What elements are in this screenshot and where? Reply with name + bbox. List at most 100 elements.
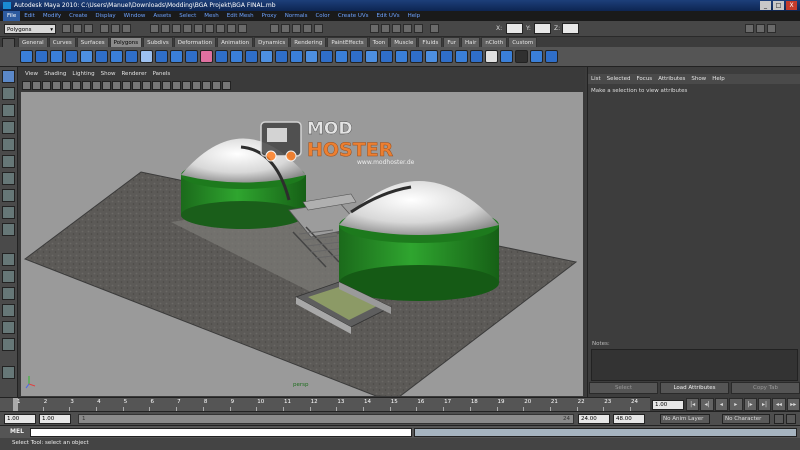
shelf-tool-icon[interactable]	[50, 50, 63, 63]
image-plane-icon[interactable]	[52, 80, 61, 90]
menu-normals[interactable]: Normals	[281, 11, 312, 21]
tab-painteffects[interactable]: PaintEffects	[327, 37, 368, 47]
shelf-tool-icon[interactable]	[185, 50, 198, 63]
key-icon[interactable]	[774, 414, 784, 424]
y-coordinate-field[interactable]	[534, 23, 551, 34]
notes-field[interactable]	[591, 349, 798, 381]
outliner-icon[interactable]	[2, 366, 15, 379]
channel-box-toggle-icon[interactable]	[767, 24, 776, 33]
select-tool-icon[interactable]	[2, 70, 15, 83]
menu-help[interactable]: Help	[404, 11, 425, 21]
tab-animation[interactable]: Animation	[217, 37, 254, 47]
open-scene-icon[interactable]	[73, 24, 82, 33]
shelf-tool-icon[interactable]	[485, 50, 498, 63]
tab-dynamics[interactable]: Dynamics	[254, 37, 290, 47]
shelf-tool-icon[interactable]	[245, 50, 258, 63]
snap-grid-icon[interactable]	[270, 24, 279, 33]
tab-rendering[interactable]: Rendering	[290, 37, 327, 47]
shelf-tool-icon[interactable]	[380, 50, 393, 63]
xray-joints-icon[interactable]	[212, 80, 221, 90]
step-forward-key-button[interactable]: |▸	[743, 398, 757, 411]
attr-menu-list[interactable]: List	[588, 74, 604, 84]
menu-file[interactable]: File	[3, 11, 21, 21]
panel-menu-show[interactable]: Show	[98, 70, 119, 79]
select-camera-icon[interactable]	[22, 80, 31, 90]
attr-menu-show[interactable]: Show	[688, 74, 709, 84]
shelf-tool-icon[interactable]	[545, 50, 558, 63]
shelf-tool-icon[interactable]	[20, 50, 33, 63]
panel-menu-panels[interactable]: Panels	[150, 70, 174, 79]
perspective-viewport[interactable]: persp MOD HOSTER www.modhoster.de	[21, 92, 583, 396]
rotate-tool-icon[interactable]	[2, 138, 15, 151]
close-button[interactable]: X	[786, 1, 797, 10]
shelf-tool-icon[interactable]	[215, 50, 228, 63]
save-scene-icon[interactable]	[84, 24, 93, 33]
history-icon[interactable]	[370, 24, 379, 33]
menu-edit-mesh[interactable]: Edit Mesh	[223, 11, 258, 21]
safe-title-icon[interactable]	[132, 80, 141, 90]
minimize-button[interactable]: _	[760, 1, 771, 10]
soft-mod-tool-icon[interactable]	[2, 189, 15, 202]
persp-outliner-layout-icon[interactable]	[2, 287, 15, 300]
menu-edit-uvs[interactable]: Edit UVs	[373, 11, 404, 21]
shelf-tool-icon[interactable]	[455, 50, 468, 63]
panel-menu-view[interactable]: View	[22, 70, 41, 79]
character-set-dropdown[interactable]: No Character Set	[722, 414, 770, 431]
mel-input[interactable]	[30, 428, 412, 437]
tab-fluids[interactable]: Fluids	[418, 37, 443, 47]
object-mode-icon[interactable]	[111, 24, 120, 33]
menu-mesh[interactable]: Mesh	[200, 11, 222, 21]
tool-settings-toggle-icon[interactable]	[756, 24, 765, 33]
custom-layout-icon[interactable]	[2, 338, 15, 351]
tab-deformation[interactable]: Deformation	[173, 37, 217, 47]
universal-manipulator-icon[interactable]	[2, 172, 15, 185]
shelf-tool-icon[interactable]	[275, 50, 288, 63]
snap-curve-icon[interactable]	[281, 24, 290, 33]
tab-ncloth[interactable]: nCloth	[481, 37, 508, 47]
animation-start-field[interactable]: 1.00	[4, 414, 36, 424]
tab-fur[interactable]: Fur	[443, 37, 461, 47]
make-live-icon[interactable]	[314, 24, 323, 33]
shelf-tool-icon[interactable]	[110, 50, 123, 63]
wireframe-on-shaded-icon[interactable]	[162, 80, 171, 90]
go-to-end-button[interactable]: ▸|	[757, 398, 772, 411]
menu-proxy[interactable]: Proxy	[258, 11, 281, 21]
menu-create[interactable]: Create	[65, 11, 91, 21]
shelf-tool-icon[interactable]	[440, 50, 453, 63]
scale-tool-icon[interactable]	[2, 155, 15, 168]
shelf-tool-icon[interactable]	[230, 50, 243, 63]
component-mode-icon[interactable]	[122, 24, 131, 33]
attr-menu-selected[interactable]: Selected	[604, 74, 634, 84]
xray-icon[interactable]	[202, 80, 211, 90]
shelf-tool-icon[interactable]	[305, 50, 318, 63]
shelf-tool-icon[interactable]	[170, 50, 183, 63]
tab-muscle[interactable]: Muscle	[390, 37, 418, 47]
shelf-tool-icon[interactable]	[335, 50, 348, 63]
time-slider[interactable]: 1 2 3 4 5 6 7 8 9 10 11 12 13 14 15 16 17 18 19 20 21 22 23 24	[0, 397, 650, 411]
single-perspective-layout-icon[interactable]	[2, 253, 15, 266]
animation-preferences-icon[interactable]	[786, 414, 796, 424]
paint-select-tool-icon[interactable]	[2, 104, 15, 117]
resolution-gate-icon[interactable]	[92, 80, 101, 90]
tab-curves[interactable]: Curves	[48, 37, 76, 47]
shelf-tool-icon[interactable]	[95, 50, 108, 63]
shelf-tool-icon[interactable]	[530, 50, 543, 63]
menu-window[interactable]: Window	[120, 11, 150, 21]
menu-display[interactable]: Display	[91, 11, 119, 21]
panel-menu-shading[interactable]: Shading	[41, 70, 69, 79]
xray-components-icon[interactable]	[222, 80, 231, 90]
menu-edit[interactable]: Edit	[20, 11, 39, 21]
playback-end-field[interactable]: 24.00	[578, 414, 610, 424]
hierarchy-mode-icon[interactable]	[100, 24, 109, 33]
attribute-editor-toggle-icon[interactable]	[745, 24, 754, 33]
camera-attributes-icon[interactable]	[32, 80, 41, 90]
textured-icon[interactable]	[172, 80, 181, 90]
shelf-tool-icon[interactable]	[155, 50, 168, 63]
menu-assets[interactable]: Assets	[149, 11, 175, 21]
input-field-mode-icon[interactable]	[430, 24, 439, 33]
wireframe-icon[interactable]	[142, 80, 151, 90]
range-slider[interactable]: 1 24	[78, 414, 574, 424]
new-scene-icon[interactable]	[62, 24, 71, 33]
select-button[interactable]: Select	[589, 382, 658, 394]
shelf-tool-icon[interactable]	[80, 50, 93, 63]
